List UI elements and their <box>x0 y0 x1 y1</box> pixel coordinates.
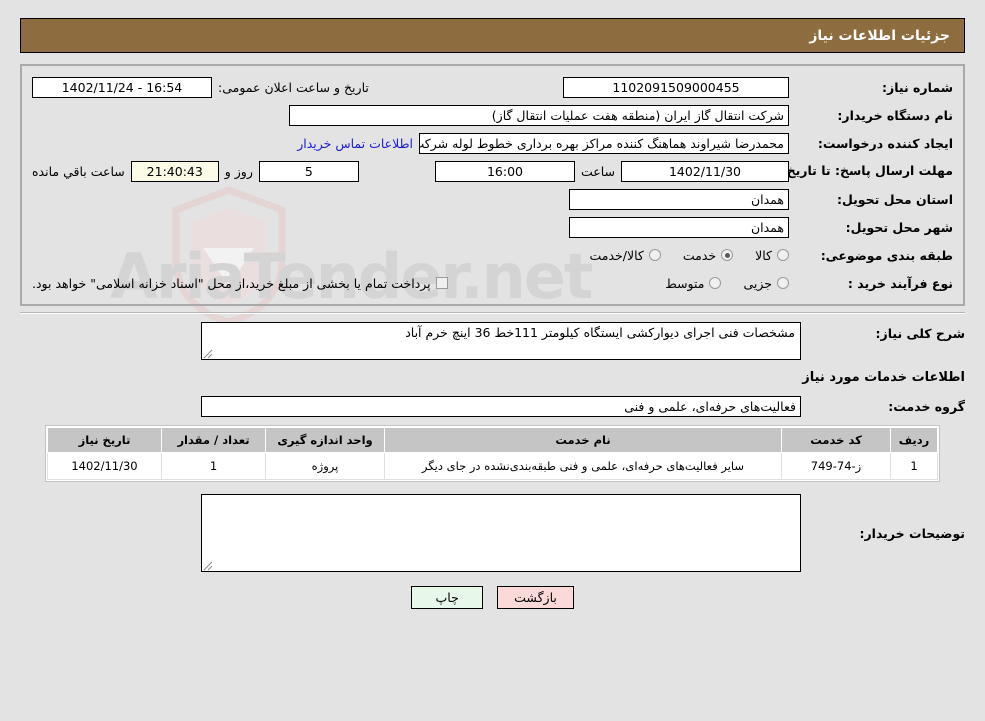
services-section: شرح کلی نیاز: مشخصات فنی اجرای دیوارکشی … <box>20 314 965 419</box>
remaining-clock-field: 21:40:43 <box>130 160 219 182</box>
action-buttons-bar: بازگشت چاپ <box>0 586 985 609</box>
category-option-label: خدمت <box>682 247 717 263</box>
category-option-service[interactable]: خدمت <box>682 247 734 263</box>
checkbox-icon[interactable] <box>435 277 448 289</box>
cell-unit: پروژه <box>265 452 385 480</box>
radio-icon[interactable] <box>648 249 661 261</box>
row-buyer-comments: توضیحات خریدار: <box>20 494 965 572</box>
cell-index: 1 <box>890 452 938 480</box>
treasury-docs-checkbox-item[interactable]: پرداخت تمام یا بخشی از مبلغ خرید،از محل … <box>32 276 448 291</box>
radio-selected-icon[interactable] <box>721 249 734 261</box>
radio-icon[interactable] <box>777 249 789 261</box>
requester-label: ایجاد کننده درخواست: <box>817 135 953 151</box>
services-table-container: ردیف کد خدمت نام خدمت واحد اندازه گیری ت… <box>45 425 940 482</box>
need-info-panel: شماره نیاز: 1102091509000455 تاریخ و ساع… <box>20 64 965 306</box>
need-description-textarea[interactable]: مشخصات فنی اجرای دیوارکشی ایستگاه کیلومت… <box>201 322 801 360</box>
back-button[interactable]: بازگشت <box>497 586 574 609</box>
announce-datetime-field[interactable]: 16:54 - 1402/11/24 <box>32 76 212 98</box>
service-group-field[interactable]: فعالیت‌های حرفه‌ای، علمی و فنی <box>201 395 801 417</box>
service-group-label: گروه خدمت: <box>888 398 965 414</box>
city-label: شهر محل تحویل: <box>845 219 953 235</box>
cell-date: 1402/11/30 <box>47 452 162 480</box>
table-header-row: ردیف کد خدمت نام خدمت واحد اندازه گیری ت… <box>47 427 938 453</box>
need-description-label: شرح کلی نیاز: <box>875 326 965 341</box>
page-title-bar: جزئیات اطلاعات نیاز <box>20 18 965 53</box>
deadline-hour-label: ساعت <box>580 163 615 179</box>
process-option-label: جزیی <box>743 275 772 291</box>
remaining-days-field[interactable]: 5 <box>258 160 359 182</box>
row-province: استان محل تحویل: همدان <box>32 186 953 212</box>
row-deadline: مهلت ارسال پاسخ: تا تاریخ: 1402/11/30 سا… <box>32 158 953 184</box>
th-qty: تعداد / مقدار <box>161 427 266 453</box>
need-number-field[interactable]: 1102091509000455 <box>563 76 789 98</box>
th-code: کد خدمت <box>781 427 891 453</box>
category-option-label: کالا/خدمت <box>589 247 644 263</box>
buyer-comments-wrap <box>201 494 801 572</box>
th-date: تاریخ نیاز <box>47 427 162 453</box>
category-option-goods[interactable]: کالا <box>755 248 789 263</box>
treasury-docs-label: پرداخت تمام یا بخشی از مبلغ خرید،از محل … <box>32 275 431 291</box>
process-option-medium[interactable]: متوسط <box>665 275 722 291</box>
cell-code: ز-74-749 <box>781 452 891 480</box>
process-label: نوع فرآیند خرید : <box>847 275 953 291</box>
services-heading: اطلاعات خدمات مورد نیاز <box>802 370 965 385</box>
deadline-hour-field[interactable]: 16:00 <box>434 160 575 182</box>
row-need-description: شرح کلی نیاز: مشخصات فنی اجرای دیوارکشی … <box>20 322 965 360</box>
th-index: ردیف <box>890 427 938 453</box>
table-row: 1 ز-74-749 سایر فعالیت‌های حرفه‌ای، علمی… <box>47 452 938 480</box>
row-requester: ایجاد کننده درخواست: محمدرضا شیراوند هما… <box>32 130 953 156</box>
need-description-wrap: مشخصات فنی اجرای دیوارکشی ایستگاه کیلومت… <box>201 322 801 360</box>
print-button[interactable]: چاپ <box>411 586 484 609</box>
category-option-goods-service[interactable]: کالا/خدمت <box>589 247 661 263</box>
buyer-comments-section: توضیحات خریدار: <box>20 482 965 572</box>
category-label: طبقه بندی موضوعی: <box>820 247 953 263</box>
deadline-date-field[interactable]: 1402/11/30 <box>621 160 789 182</box>
row-buyer-org: نام دستگاه خریدار: شرکت انتقال گاز ایران… <box>32 102 953 128</box>
services-table: ردیف کد خدمت نام خدمت واحد اندازه گیری ت… <box>47 427 938 480</box>
process-radio-group: جزیی متوسط <box>665 276 789 291</box>
requester-field[interactable]: محمدرضا شیراوند هماهنگ کننده مراکز بهره … <box>419 132 789 154</box>
row-process: نوع فرآیند خرید : جزیی متوسط پرداخت تمام… <box>32 270 953 296</box>
buyer-comments-textarea[interactable] <box>201 494 801 572</box>
th-name: نام خدمت <box>384 427 782 453</box>
announce-datetime-label: تاریخ و ساعت اعلان عمومی: <box>218 79 369 95</box>
buyer-org-field[interactable]: شرکت انتقال گاز ایران (منطقه هفت عملیات … <box>289 104 789 126</box>
cell-name: سایر فعالیت‌های حرفه‌ای، علمی و فنی طبقه… <box>384 452 782 480</box>
page-title: جزئیات اطلاعات نیاز <box>809 27 950 44</box>
province-field[interactable]: همدان <box>569 188 789 210</box>
row-need-number: شماره نیاز: 1102091509000455 تاریخ و ساع… <box>32 74 953 100</box>
remaining-hours-label: ساعت باقي مانده <box>32 163 125 179</box>
buyer-comments-label: توضیحات خریدار: <box>859 525 965 541</box>
process-option-minor[interactable]: جزیی <box>743 276 789 291</box>
deadline-label: مهلت ارسال پاسخ: تا تاریخ: <box>781 163 953 178</box>
buyer-contact-info-link[interactable]: اطلاعات تماس خریدار <box>297 136 413 151</box>
radio-icon[interactable] <box>709 277 722 289</box>
cell-qty: 1 <box>161 452 266 480</box>
row-category: طبقه بندی موضوعی: کالا خدمت کالا/خدمت <box>32 242 953 268</box>
buyer-org-label: نام دستگاه خریدار: <box>837 107 953 123</box>
th-unit: واحد اندازه گیری <box>265 427 385 453</box>
radio-icon[interactable] <box>777 277 789 289</box>
row-city: شهر محل تحویل: همدان <box>32 214 953 240</box>
province-label: استان محل تحویل: <box>836 191 953 207</box>
row-service-group: گروه خدمت: فعالیت‌های حرفه‌ای، علمی و فن… <box>20 393 965 419</box>
city-field[interactable]: همدان <box>569 216 789 238</box>
need-number-label: شماره نیاز: <box>882 79 953 95</box>
process-option-label: متوسط <box>665 275 705 291</box>
category-option-label: کالا <box>755 247 772 263</box>
remaining-days-label: روز و <box>224 163 253 179</box>
category-radio-group: کالا خدمت کالا/خدمت <box>589 248 789 263</box>
